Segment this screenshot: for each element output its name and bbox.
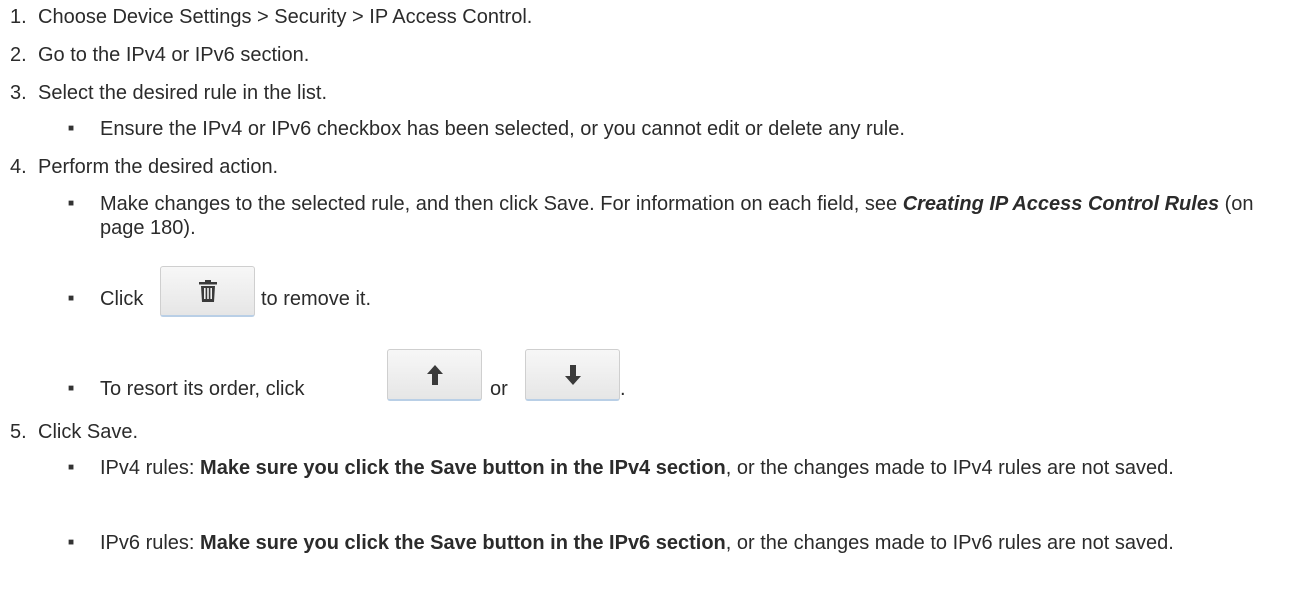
bullet-emphasis: Make sure you click the Save button in t… <box>200 532 726 554</box>
step-number: 3. <box>10 82 27 104</box>
step-text: Perform the desired action. <box>38 156 279 178</box>
bullet-text-part: IPv6 rules: <box>100 532 201 554</box>
step-text: Select the desired rule in the list. <box>38 82 328 104</box>
step-text: Click Save. <box>38 421 139 443</box>
bullet-text-part: Make changes to the selected rule, and t… <box>100 193 903 215</box>
bullet-text-part: IPv4 rules: <box>100 457 201 479</box>
arrow-up-icon <box>426 364 443 385</box>
bullet-text: Click <box>100 288 144 310</box>
move-down-button[interactable] <box>525 349 620 401</box>
step-text: Go to the IPv4 or IPv6 section. <box>38 44 310 66</box>
bullet-marker: ■ <box>68 537 75 548</box>
step-number: 2. <box>10 44 27 66</box>
bullet-text: Make changes to the selected rule, and t… <box>100 192 1290 240</box>
bullet-marker: ■ <box>68 293 75 304</box>
bullet-text: IPv6 rules: Make sure you click the Save… <box>100 531 1290 555</box>
bullet-text: to remove it. <box>261 288 372 310</box>
step-number: 4. <box>10 156 27 178</box>
conjunction-text: or <box>490 378 508 400</box>
arrow-down-icon <box>564 364 581 385</box>
bullet-text-part: , or the changes made to IPv6 rules are … <box>725 532 1174 554</box>
delete-button[interactable] <box>160 266 255 317</box>
bullet-text-part: , or the changes made to IPv4 rules are … <box>725 457 1174 479</box>
period-text: . <box>620 378 626 400</box>
cross-reference-link[interactable]: Creating IP Access Control Rules <box>903 193 1219 215</box>
bullet-emphasis: Make sure you click the Save button in t… <box>200 457 726 479</box>
step-text: Choose Device Settings > Security > IP A… <box>38 6 533 28</box>
bullet-marker: ■ <box>68 198 75 209</box>
move-up-button[interactable] <box>387 349 482 401</box>
bullet-text: To resort its order, click <box>100 378 305 400</box>
bullet-marker: ■ <box>68 383 75 394</box>
bullet-text: IPv4 rules: Make sure you click the Save… <box>100 456 1290 480</box>
step-number: 1. <box>10 6 27 28</box>
trash-icon <box>198 280 217 302</box>
bullet-marker: ■ <box>68 462 75 473</box>
step-number: 5. <box>10 421 27 443</box>
bullet-marker: ■ <box>68 123 75 134</box>
bullet-text: Ensure the IPv4 or IPv6 checkbox has bee… <box>100 118 905 140</box>
